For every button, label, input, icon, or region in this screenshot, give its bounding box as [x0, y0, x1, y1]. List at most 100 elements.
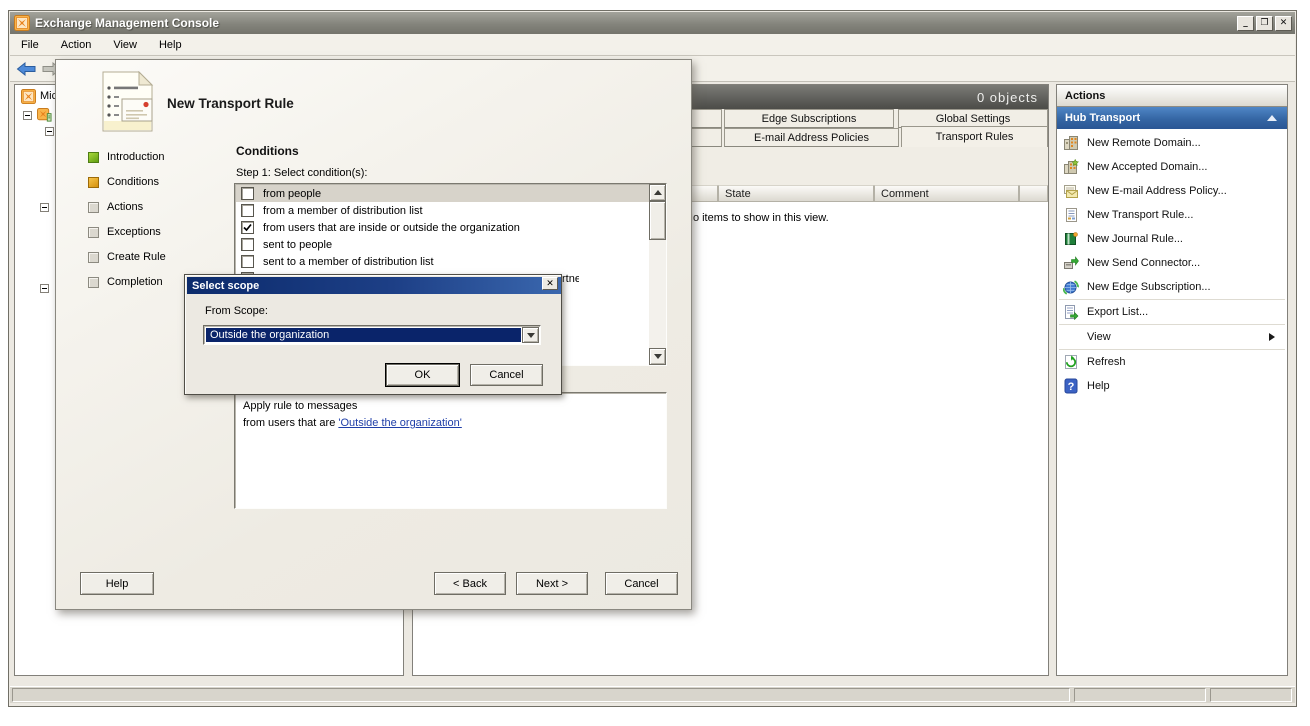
collapse-toggle[interactable]	[45, 127, 54, 136]
action-label: Refresh	[1087, 356, 1126, 368]
hub-transport-group-header[interactable]: Hub Transport	[1057, 107, 1287, 129]
actions-list: New Remote Domain... New Accepted Domain…	[1057, 131, 1287, 398]
tab-email-address-policies[interactable]: E-mail Address Policies	[724, 128, 899, 147]
menu-bar: File Action View Help	[10, 34, 1295, 56]
exchange-logo-icon	[14, 15, 30, 31]
condition-from-people[interactable]: from people	[236, 185, 650, 202]
back-button-wizard[interactable]: < Back	[434, 572, 506, 595]
collapse-chevron-icon[interactable]	[1267, 115, 1277, 121]
scroll-up-button[interactable]	[649, 184, 666, 201]
menu-view[interactable]: View	[102, 34, 148, 55]
step-status-icon	[88, 202, 99, 213]
column-header-spacer	[1019, 185, 1048, 202]
collapse-toggle[interactable]	[40, 284, 49, 293]
step-status-icon	[88, 252, 99, 263]
objects-count: 0 objects	[977, 90, 1038, 105]
restore-button[interactable]: ❐	[1256, 16, 1273, 31]
step-status-icon	[88, 277, 99, 288]
new-journal-rule-icon	[1063, 231, 1079, 247]
menu-action[interactable]: Action	[50, 34, 103, 55]
step-label: Conditions	[107, 176, 159, 188]
action-refresh[interactable]: Refresh	[1057, 350, 1287, 374]
status-cell-3	[1210, 688, 1292, 702]
tree-node	[40, 203, 49, 212]
next-button[interactable]: Next >	[516, 572, 588, 595]
action-export-list[interactable]: Export List...	[1057, 300, 1287, 324]
checkbox-unchecked[interactable]	[241, 255, 254, 268]
action-view[interactable]: View	[1057, 325, 1287, 349]
from-scope-dropdown[interactable]: Outside the organization	[203, 325, 541, 345]
action-new-edge-subscription[interactable]: New Edge Subscription...	[1057, 275, 1287, 299]
checkbox-unchecked[interactable]	[241, 204, 254, 217]
action-label: Help	[1087, 380, 1110, 392]
action-new-transport-rule[interactable]: New Transport Rule...	[1057, 203, 1287, 227]
checkbox-unchecked[interactable]	[241, 187, 254, 200]
condition-label: sent to a member of distribution list	[263, 256, 434, 268]
exchange-org-icon[interactable]	[36, 107, 52, 123]
action-label: Export List...	[1087, 306, 1148, 318]
rule-description-prefix: from users that are	[243, 417, 338, 429]
screen: Exchange Management Console _ ❐ ✕ File A…	[0, 0, 1310, 726]
cancel-button-scope[interactable]: Cancel	[470, 364, 543, 386]
new-accepted-domain-icon	[1063, 159, 1079, 175]
action-label: New E-mail Address Policy...	[1087, 185, 1227, 197]
action-new-remote-domain[interactable]: New Remote Domain...	[1057, 131, 1287, 155]
action-new-send-connector[interactable]: New Send Connector...	[1057, 251, 1287, 275]
from-scope-selected-value: Outside the organization	[206, 328, 521, 342]
close-icon[interactable]: ✕	[542, 277, 558, 290]
wizard-step-conditions[interactable]: Conditions	[88, 174, 159, 190]
menu-help[interactable]: Help	[148, 34, 193, 55]
checkbox-checked[interactable]	[241, 221, 254, 234]
action-label: New Transport Rule...	[1087, 209, 1193, 221]
step-status-icon	[88, 227, 99, 238]
wizard-step-introduction[interactable]: Introduction	[88, 149, 164, 165]
collapse-toggle[interactable]	[40, 203, 49, 212]
submenu-arrow-icon	[1269, 333, 1275, 341]
tree-node	[40, 284, 49, 293]
cancel-button-wizard[interactable]: Cancel	[605, 572, 678, 595]
action-label: New Edge Subscription...	[1087, 281, 1211, 293]
tab-edge-subscriptions[interactable]: Edge Subscriptions	[724, 109, 894, 128]
svg-text:?: ?	[1068, 381, 1075, 393]
condition-from-users-inside-outside[interactable]: from users that are inside or outside th…	[236, 219, 650, 236]
column-header-state[interactable]: State	[718, 185, 874, 202]
status-cell-main	[12, 688, 1070, 702]
back-button[interactable]	[16, 61, 37, 77]
wizard-step-actions[interactable]: Actions	[88, 199, 143, 215]
conditions-scrollbar[interactable]	[649, 184, 666, 365]
action-new-email-address-policy[interactable]: New E-mail Address Policy...	[1057, 179, 1287, 203]
condition-label: from a member of distribution list	[263, 205, 423, 217]
tab-transport-rules[interactable]: Transport Rules	[901, 126, 1048, 147]
step-label: Completion	[107, 276, 163, 288]
new-transport-rule-icon	[1063, 207, 1079, 223]
wizard-step-exceptions[interactable]: Exceptions	[88, 224, 161, 240]
collapse-toggle[interactable]	[23, 111, 32, 120]
condition-from-member-dl[interactable]: from a member of distribution list	[236, 202, 650, 219]
step-status-icon	[88, 152, 99, 163]
condition-sent-to-member-dl[interactable]: sent to a member of distribution list	[236, 253, 650, 270]
checkbox-unchecked[interactable]	[241, 238, 254, 251]
help-button[interactable]: Help	[80, 572, 154, 595]
scroll-down-button[interactable]	[649, 348, 666, 365]
action-new-accepted-domain[interactable]: New Accepted Domain...	[1057, 155, 1287, 179]
step-label: Exceptions	[107, 226, 161, 238]
step-status-icon	[88, 177, 99, 188]
window-title: Exchange Management Console	[35, 16, 219, 30]
column-header-comment[interactable]: Comment	[874, 185, 1019, 202]
action-new-journal-rule[interactable]: New Journal Rule...	[1057, 227, 1287, 251]
wizard-step-completion[interactable]: Completion	[88, 274, 163, 290]
dropdown-arrow-icon[interactable]	[522, 327, 539, 343]
title-bar[interactable]: Exchange Management Console _ ❐ ✕	[10, 12, 1295, 34]
scrollbar-thumb[interactable]	[649, 201, 666, 240]
condition-sent-to-people[interactable]: sent to people	[236, 236, 650, 253]
action-help[interactable]: ? Help	[1057, 374, 1287, 398]
action-label: New Journal Rule...	[1087, 233, 1183, 245]
select-scope-title-bar[interactable]: Select scope	[187, 277, 561, 294]
menu-file[interactable]: File	[10, 34, 50, 55]
ok-button[interactable]: OK	[386, 364, 459, 386]
wizard-step-create-rule[interactable]: Create Rule	[88, 249, 166, 265]
rule-description-line2: from users that are 'Outside the organiz…	[243, 415, 658, 432]
close-button[interactable]: ✕	[1275, 16, 1292, 31]
scope-value-link[interactable]: 'Outside the organization'	[338, 417, 461, 429]
minimize-button[interactable]: _	[1237, 16, 1254, 31]
